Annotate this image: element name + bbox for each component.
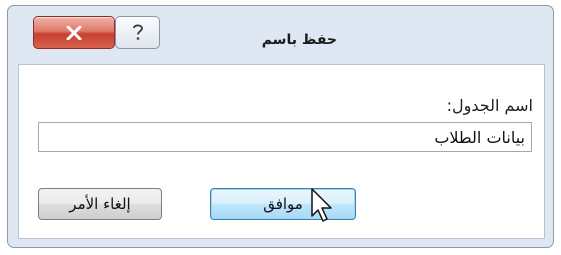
title-bar: حفظ باسم: [8, 6, 553, 64]
table-name-label: اسم الجدول:: [446, 96, 533, 115]
help-button[interactable]: [115, 16, 160, 49]
dialog-title: حفظ باسم: [261, 32, 337, 48]
dialog-content: اسم الجدول: موافق إلغاء الأمر: [18, 64, 545, 239]
close-icon: [66, 26, 82, 40]
close-button[interactable]: [33, 16, 115, 49]
cancel-button[interactable]: إلغاء الأمر: [38, 188, 162, 220]
table-name-input[interactable]: [38, 122, 532, 152]
cancel-button-label: إلغاء الأمر: [69, 195, 131, 213]
question-mark-icon: [133, 24, 143, 40]
save-as-dialog: حفظ باسم اسم الجدول: موافق إلغاء الأمر: [7, 5, 554, 248]
mouse-cursor-icon: [311, 188, 332, 222]
ok-button-label: موافق: [263, 195, 303, 213]
